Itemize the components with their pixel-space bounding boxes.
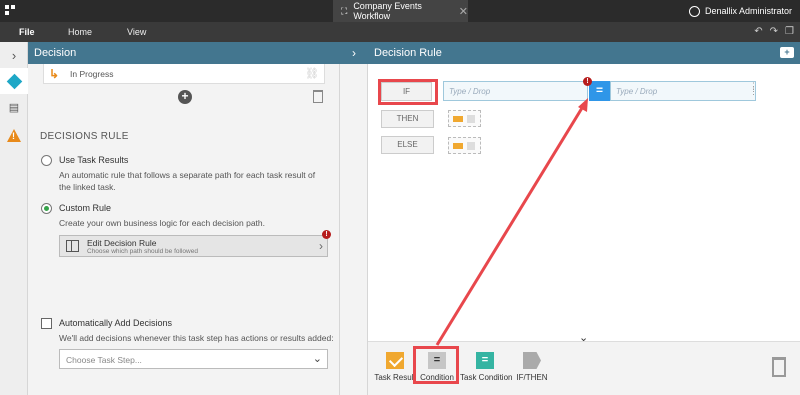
annotation-arrow bbox=[435, 98, 588, 346]
